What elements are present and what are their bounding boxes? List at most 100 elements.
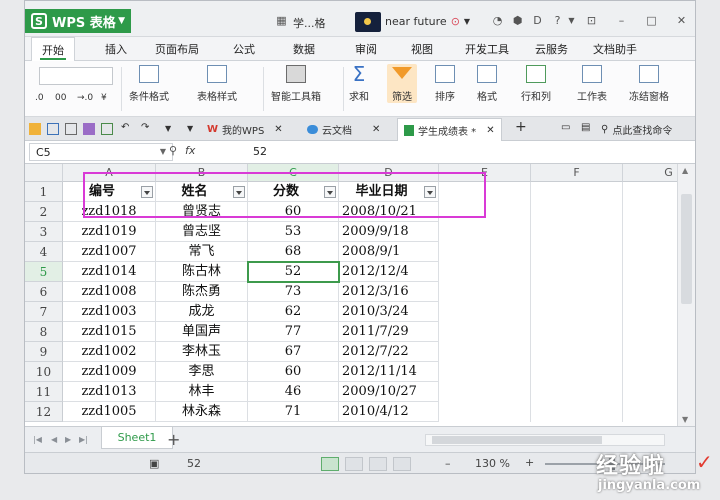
print-icon[interactable] bbox=[83, 123, 95, 135]
row-header[interactable]: 10 bbox=[25, 362, 63, 382]
row-header[interactable]: 7 bbox=[25, 302, 63, 322]
cell-score[interactable]: 53 bbox=[248, 222, 339, 242]
cell-score[interactable]: 77 bbox=[248, 322, 339, 342]
skin-icon[interactable]: ◔ bbox=[491, 14, 504, 27]
close-icon[interactable]: ✕ bbox=[372, 124, 380, 135]
tab-formulas[interactable]: 公式 bbox=[233, 41, 255, 57]
keyboard-icon[interactable]: ▤ bbox=[581, 122, 590, 133]
currency-button[interactable]: ¥ bbox=[101, 93, 107, 103]
chevron-down-icon[interactable]: ▼ bbox=[165, 124, 171, 133]
filter-button[interactable]: 筛选 bbox=[387, 64, 417, 103]
cell-id[interactable]: zzd1015 bbox=[63, 322, 156, 342]
rows-cols-button[interactable]: 行和列 bbox=[521, 65, 551, 103]
first-sheet-icon[interactable]: |◀ bbox=[33, 435, 42, 444]
find-command-button[interactable]: ⚲ 点此查找命令 bbox=[601, 122, 672, 137]
cell-score[interactable]: 62 bbox=[248, 302, 339, 322]
freeze-panes-button[interactable]: 冻结窗格 bbox=[629, 65, 669, 103]
smart-toolbox-button[interactable]: 智能工具箱 bbox=[271, 65, 321, 103]
filter-dropdown-button[interactable] bbox=[233, 186, 245, 198]
cell-graduation-date[interactable]: 2012/12/4 bbox=[339, 262, 439, 282]
cell-graduation-date[interactable]: 2010/4/12 bbox=[339, 402, 439, 422]
cell-name[interactable]: 林丰 bbox=[156, 382, 248, 402]
close-icon[interactable]: ✕ bbox=[675, 14, 688, 27]
tab-data[interactable]: 数据 bbox=[293, 41, 315, 57]
select-all-corner[interactable] bbox=[25, 164, 63, 182]
table-style-button[interactable]: 表格样式 bbox=[197, 65, 237, 103]
filter-dropdown-button[interactable] bbox=[424, 186, 436, 198]
cell-graduation-date[interactable]: 2010/3/24 bbox=[339, 302, 439, 322]
app-menu-button[interactable]: S WPS 表格 ▼ bbox=[25, 9, 131, 33]
header-cell-name[interactable]: 姓名 bbox=[156, 182, 248, 202]
row-header[interactable]: 5 bbox=[25, 262, 63, 282]
column-header[interactable]: D bbox=[339, 164, 439, 182]
name-box[interactable]: C5 ▼ bbox=[29, 143, 173, 161]
filter-dropdown-button[interactable] bbox=[324, 186, 336, 198]
header-cell-id[interactable]: 编号 bbox=[63, 182, 156, 202]
cell-id[interactable]: zzd1007 bbox=[63, 242, 156, 262]
help-icon[interactable]: ? bbox=[551, 14, 564, 27]
cell-name[interactable]: 李思 bbox=[156, 362, 248, 382]
column-header[interactable]: G bbox=[623, 164, 677, 182]
format-button[interactable]: 格式 bbox=[477, 65, 497, 103]
normal-view-button[interactable] bbox=[321, 457, 339, 471]
vertical-scroll-thumb[interactable] bbox=[681, 194, 692, 304]
cell-graduation-date[interactable]: 2009/9/18 bbox=[339, 222, 439, 242]
cell-graduation-date[interactable]: 2012/3/16 bbox=[339, 282, 439, 302]
tab-my-wps[interactable]: W 我的WPS ✕ bbox=[207, 122, 283, 137]
new-tab-icon[interactable]: + bbox=[515, 119, 527, 135]
column-header[interactable]: B bbox=[156, 164, 248, 182]
tab-student-scores[interactable]: 学生成绩表 * ✕ bbox=[397, 118, 502, 141]
tab-home[interactable]: 开始 bbox=[31, 37, 75, 62]
row-header[interactable]: 1 bbox=[25, 182, 63, 202]
column-header[interactable]: C bbox=[248, 164, 339, 182]
tab-doc-assistant[interactable]: 文档助手 bbox=[593, 41, 637, 57]
column-header[interactable]: A bbox=[63, 164, 156, 182]
tab-review[interactable]: 审阅 bbox=[355, 41, 377, 57]
cell-name[interactable]: 曾志坚 bbox=[156, 222, 248, 242]
close-icon[interactable]: ✕ bbox=[486, 125, 494, 136]
filter-dropdown-button[interactable] bbox=[141, 186, 153, 198]
sheet-tab-sheet1[interactable]: Sheet1 bbox=[101, 427, 173, 449]
row-header[interactable]: 12 bbox=[25, 402, 63, 422]
minimize-icon[interactable]: – bbox=[615, 14, 628, 27]
tab-cloud[interactable]: 云服务 bbox=[535, 41, 568, 57]
cell-name[interactable]: 陈古林 bbox=[156, 262, 248, 282]
row-header[interactable]: 11 bbox=[25, 382, 63, 402]
cell-id[interactable]: zzd1018 bbox=[63, 202, 156, 222]
cell-score[interactable]: 60 bbox=[248, 202, 339, 222]
sort-button[interactable]: 排序 bbox=[435, 65, 455, 103]
cell-score[interactable]: 52 bbox=[248, 262, 339, 282]
decrease-decimal-button[interactable]: .0 bbox=[35, 93, 44, 103]
spreadsheet-grid[interactable]: A B C D E F G 1 2 3 4 5 6 7 8 9 10 11 12… bbox=[25, 164, 677, 426]
save-icon[interactable] bbox=[47, 123, 59, 135]
zoom-out-icon[interactable]: – bbox=[445, 457, 451, 470]
cell-graduation-date[interactable]: 2008/9/1 bbox=[339, 242, 439, 262]
cell-score[interactable]: 71 bbox=[248, 402, 339, 422]
print-preview-icon[interactable] bbox=[101, 123, 113, 135]
row-header[interactable]: 3 bbox=[25, 222, 63, 242]
page-layout-view-button[interactable] bbox=[345, 457, 363, 471]
empty-column[interactable] bbox=[531, 182, 623, 422]
cell-id[interactable]: zzd1008 bbox=[63, 282, 156, 302]
cell-id[interactable]: zzd1002 bbox=[63, 342, 156, 362]
cell-score[interactable]: 73 bbox=[248, 282, 339, 302]
add-sheet-icon[interactable]: + bbox=[167, 430, 180, 449]
empty-column[interactable] bbox=[439, 182, 531, 422]
next-sheet-icon[interactable]: ▶ bbox=[65, 435, 71, 444]
sum-button[interactable]: Σ 求和 bbox=[349, 64, 369, 103]
cell-name[interactable]: 陈杰勇 bbox=[156, 282, 248, 302]
cell-name[interactable]: 李林玉 bbox=[156, 342, 248, 362]
column-header[interactable]: F bbox=[531, 164, 623, 182]
formula-input[interactable]: 52 bbox=[253, 145, 267, 158]
cell-name[interactable]: 常飞 bbox=[156, 242, 248, 262]
vertical-scrollbar[interactable]: ▲ ▼ bbox=[677, 164, 695, 426]
tab-page-layout[interactable]: 页面布局 bbox=[155, 41, 199, 57]
cell-graduation-date[interactable]: 2009/10/27 bbox=[339, 382, 439, 402]
zoom-in-icon[interactable]: + bbox=[525, 456, 534, 469]
tab-insert[interactable]: 插入 bbox=[105, 41, 127, 57]
comma-style-button[interactable]: 00 bbox=[55, 93, 66, 103]
prev-sheet-icon[interactable]: ◀ bbox=[51, 435, 57, 444]
cell-graduation-date[interactable]: 2012/7/22 bbox=[339, 342, 439, 362]
fx-button[interactable]: fx bbox=[185, 144, 195, 157]
number-format-select[interactable] bbox=[39, 67, 113, 85]
